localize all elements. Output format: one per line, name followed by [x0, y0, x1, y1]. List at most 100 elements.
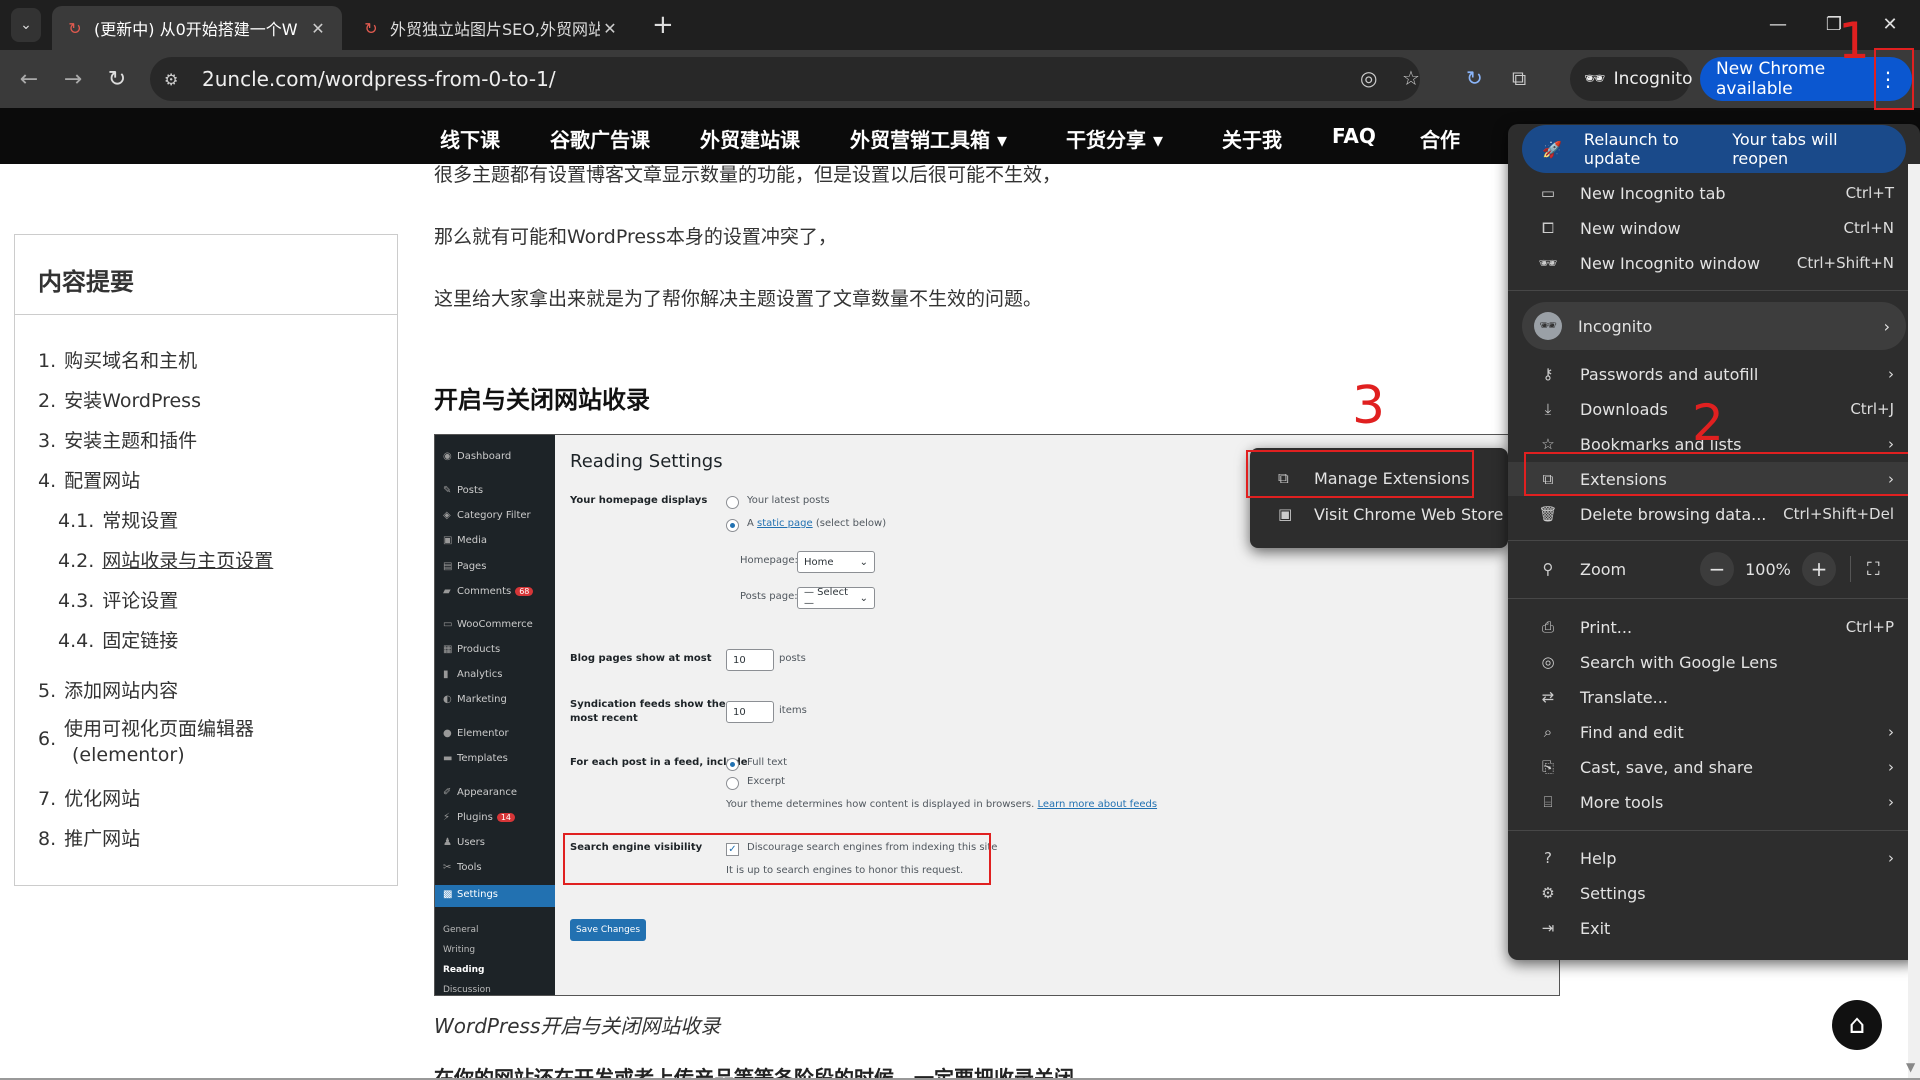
exit-item[interactable]: ⇥ Exit [1508, 911, 1920, 945]
wp-radio-label: Your latest posts [747, 495, 830, 506]
tab-title: 外贸独立站图片SEO,外贸网站 [390, 20, 600, 39]
toc-item[interactable]: 4.3. 评论设置 [58, 586, 178, 613]
fullscreen-icon[interactable]: ⛶ [1867, 559, 1880, 580]
scrollbar[interactable] [1908, 164, 1920, 1080]
extensions-puzzle-icon[interactable]: ⧉ [1512, 66, 1526, 90]
translate-item[interactable]: ⇄ Translate... [1508, 680, 1920, 714]
toc-item[interactable]: 2. 安装WordPress [38, 386, 201, 413]
url-text[interactable]: 2uncle.com/wordpress-from-0-to-1/ [202, 67, 556, 91]
extension-refresh-icon[interactable]: ↻ [1466, 66, 1483, 90]
wp-menu-item: ⚡ Plugins 14 [443, 812, 516, 823]
incognito-icon: 🕶 [1538, 254, 1558, 272]
section-heading: 开启与关闭网站收录 [434, 386, 650, 414]
shortcut: Ctrl+P [1845, 618, 1894, 636]
new-incognito-window-item[interactable]: 🕶 New Incognito window Ctrl+Shift+N [1508, 246, 1920, 280]
more-tools-item[interactable]: ⌸ More tools › [1508, 785, 1920, 819]
new-tab-plus-icon[interactable]: + [652, 10, 674, 40]
print-item[interactable]: ⎙ Print... Ctrl+P [1508, 610, 1920, 644]
chevron-right-icon: › [1888, 365, 1894, 383]
printer-icon: ⎙ [1541, 618, 1554, 636]
nav-offline-course[interactable]: 线下课 [440, 124, 500, 153]
article-paragraph: 这里给大家拿出来就是为了帮你解决主题设置了文章数量不生效的问题。 [434, 288, 1043, 310]
toc-item-active[interactable]: 4.2. 网站收录与主页设置 [58, 546, 273, 573]
exit-icon: ⇥ [1541, 919, 1555, 937]
toc-label: 固定链接 [102, 630, 179, 652]
tab-search-chevron-icon[interactable]: ⌄ [11, 8, 41, 42]
toc-item[interactable]: 4.4. 固定链接 [58, 626, 178, 653]
toc-divider [14, 314, 398, 315]
toc-item[interactable]: 5. 添加网站内容 [38, 676, 178, 703]
annotation-number-3: 3 [1352, 376, 1386, 436]
zoom-out-button[interactable]: − [1700, 552, 1734, 586]
wp-select-value: — Select — [804, 587, 849, 609]
nav-toolbox[interactable]: 外贸营销工具箱 ▾ [850, 124, 1007, 153]
delete-data-item[interactable]: 🗑 Delete browsing data... Ctrl+Shift+Del [1508, 497, 1920, 531]
toc-item[interactable]: 1. 购买域名和主机 [38, 346, 197, 373]
toc-label: 安装WordPress [64, 390, 201, 412]
wp-submenu-item: Writing [443, 945, 476, 955]
article-paragraph: 很多主题都有设置博客文章显示数量的功能，但是设置以后很可能不生效， [434, 164, 1062, 186]
help-item[interactable]: ? Help › [1508, 841, 1920, 875]
menu-hint: Your tabs will reopen [1732, 130, 1838, 168]
elementor-icon: ● [443, 728, 452, 739]
toc-item[interactable]: 4. 配置网站 [38, 466, 140, 493]
toc-label: 配置网站 [64, 470, 141, 492]
google-lens-item[interactable]: ◎ Search with Google Lens [1508, 645, 1920, 679]
toc-item[interactable]: 4.1. 常规设置 [58, 506, 178, 533]
close-tab-icon[interactable]: ✕ [308, 19, 328, 38]
reload-icon[interactable]: ↻ [102, 64, 132, 94]
tab-title: (更新中) 从0开始搭建一个W [94, 20, 298, 39]
toc-label: 购买域名和主机 [64, 350, 198, 372]
home-button[interactable]: ⌂ [1832, 1000, 1882, 1050]
menu-label: Settings [1580, 883, 1646, 903]
new-window-item[interactable]: ⧠ New window Ctrl+N [1508, 211, 1920, 245]
wp-note: Your theme determines how content is dis… [726, 799, 1157, 810]
tab-inactive[interactable]: ↻ 外贸独立站图片SEO,外贸网站 ✕ [348, 6, 634, 50]
scroll-down-arrow-icon[interactable]: ▼ [1906, 1060, 1915, 1074]
bookmark-star-icon[interactable]: ☆ [1402, 66, 1420, 90]
incognito-chip[interactable]: 🕶 Incognito [1570, 57, 1692, 101]
wp-menu-item: ▣ Media [443, 535, 487, 546]
minimize-icon[interactable]: — [1758, 8, 1798, 40]
relaunch-button[interactable]: 🚀 Relaunch to update Your tabs will reop… [1522, 125, 1906, 173]
settings-item[interactable]: ⚙ Settings [1508, 876, 1920, 910]
nav-faq[interactable]: FAQ [1332, 124, 1376, 148]
web-store-item[interactable]: ▣ Visit Chrome Web Store [1250, 497, 1508, 531]
toc-item-cont[interactable]: (elementor) [72, 744, 185, 766]
site-info-icon[interactable]: ⚙ [164, 70, 188, 89]
incognito-profile-item[interactable]: 🕶 Incognito › [1522, 302, 1906, 350]
cast-save-item[interactable]: ⎘ Cast, save, and share › [1508, 750, 1920, 784]
toc-num: 8. [38, 828, 57, 850]
menu-label: Delete browsing data... [1580, 504, 1767, 524]
toc-item[interactable]: 8. 推广网站 [38, 824, 140, 851]
toc-item[interactable]: 7. 优化网站 [38, 784, 140, 811]
forward-arrow-icon[interactable]: → [58, 64, 88, 94]
wp-menu-label: Marketing [457, 694, 507, 705]
wp-page-title: Reading Settings [570, 451, 723, 472]
back-arrow-icon[interactable]: ← [14, 64, 44, 94]
nav-share[interactable]: 干货分享 ▾ [1066, 124, 1163, 153]
tab-active[interactable]: ↻ (更新中) 从0开始搭建一个W ✕ [52, 6, 342, 50]
caret-down-icon: ▾ [996, 128, 1008, 152]
chevron-down-icon: ⌄ [859, 592, 868, 604]
eye-off-icon[interactable]: ◎ [1360, 66, 1377, 90]
wp-field-label: Posts page: [740, 591, 798, 602]
new-incognito-tab-item[interactable]: ▭ New Incognito tab Ctrl+T [1508, 176, 1920, 210]
toc-item[interactable]: 使用可视化页面编辑器 [64, 714, 254, 741]
nav-google-ads[interactable]: 谷歌广告课 [550, 124, 650, 153]
toc-num: 7. [38, 788, 57, 810]
close-tab-icon[interactable]: ✕ [600, 19, 620, 38]
wp-menu-label: Appearance [457, 787, 518, 798]
passwords-item[interactable]: ⚷ Passwords and autofill › [1508, 357, 1920, 391]
nav-site-building[interactable]: 外贸建站课 [700, 124, 800, 153]
shortcut: Ctrl+Shift+Del [1783, 505, 1894, 523]
close-window-icon[interactable]: ✕ [1870, 8, 1910, 40]
wp-radio [726, 777, 739, 790]
nav-cooperation[interactable]: 合作 [1420, 124, 1460, 153]
address-bar[interactable]: ⚙ 2uncle.com/wordpress-from-0-to-1/ [150, 57, 1420, 101]
nav-about[interactable]: 关于我 [1222, 124, 1282, 153]
toc-item[interactable]: 3. 安装主题和插件 [38, 426, 197, 453]
find-edit-item[interactable]: ⌕ Find and edit › [1508, 715, 1920, 749]
zoom-in-button[interactable]: + [1802, 552, 1836, 586]
wp-menu-label: Pages [457, 561, 487, 572]
